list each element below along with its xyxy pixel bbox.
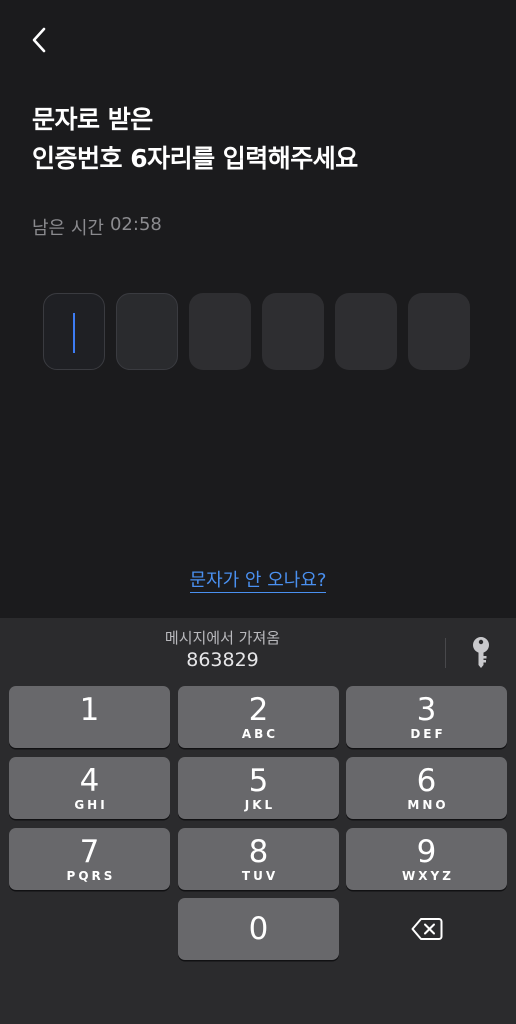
no-sms-help-link[interactable]: 문자가 안 오나요? bbox=[0, 566, 516, 593]
key-letters: DEF bbox=[410, 727, 446, 741]
autofill-suggestion[interactable]: 메시지에서 가져옴 863829 bbox=[0, 618, 445, 682]
timer-value: 02:58 bbox=[109, 214, 162, 235]
key-0[interactable]: 0 bbox=[178, 898, 339, 960]
otp-digit-1[interactable] bbox=[43, 293, 105, 370]
chevron-left-icon bbox=[32, 27, 46, 53]
timer-label: 남은 시간 bbox=[32, 218, 104, 239]
suggestion-source-label: 메시지에서 가져옴 bbox=[164, 629, 281, 647]
key-digit: 7 bbox=[79, 834, 100, 870]
passwords-key-button[interactable] bbox=[462, 632, 500, 672]
key-digit: 4 bbox=[79, 763, 100, 799]
remaining-time: 남은 시간 02:58 bbox=[32, 214, 162, 240]
key-8[interactable]: 8 TUV bbox=[178, 828, 339, 890]
otp-digit-4[interactable] bbox=[262, 293, 324, 370]
text-caret bbox=[73, 313, 75, 353]
delete-button[interactable] bbox=[346, 898, 507, 960]
otp-digit-6[interactable] bbox=[408, 293, 470, 370]
backspace-icon bbox=[411, 918, 442, 940]
key-3[interactable]: 3 DEF bbox=[346, 686, 507, 748]
key-icon bbox=[473, 637, 489, 668]
title-line-2: 인증번호 6자리를 입력해주세요 bbox=[32, 144, 358, 173]
otp-verification-screen: 문자로 받은 인증번호 6자리를 입력해주세요 남은 시간 02:58 문자가 … bbox=[0, 0, 516, 1024]
key-5[interactable]: 5 JKL bbox=[178, 757, 339, 819]
key-4[interactable]: 4 GHI bbox=[9, 757, 170, 819]
otp-digit-3[interactable] bbox=[189, 293, 251, 370]
page-title: 문자로 받은 인증번호 6자리를 입력해주세요 bbox=[32, 100, 492, 178]
key-letters: TUV bbox=[241, 869, 279, 883]
help-link-label[interactable]: 문자가 안 오나요? bbox=[189, 570, 327, 593]
key-digit: 2 bbox=[248, 692, 269, 728]
key-letters: MNO bbox=[407, 798, 449, 812]
suggestion-code: 863829 bbox=[186, 649, 259, 671]
key-digit: 3 bbox=[416, 692, 437, 728]
key-letters: WXYZ bbox=[402, 869, 454, 883]
key-9[interactable]: 9 WXYZ bbox=[346, 828, 507, 890]
key-digit: 1 bbox=[79, 692, 100, 728]
key-6[interactable]: 6 MNO bbox=[346, 757, 507, 819]
key-2[interactable]: 2 ABC bbox=[178, 686, 339, 748]
key-digit: 0 bbox=[248, 911, 269, 947]
key-letters: ABC bbox=[241, 727, 279, 741]
key-digit: 8 bbox=[248, 834, 269, 870]
title-line-1: 문자로 받은 bbox=[32, 105, 153, 134]
back-button[interactable] bbox=[24, 24, 54, 56]
key-digit: 9 bbox=[416, 834, 437, 870]
suggestion-divider bbox=[445, 638, 446, 668]
key-letters: PQRS bbox=[66, 869, 116, 883]
key-letters: JKL bbox=[244, 798, 276, 812]
otp-digit-5[interactable] bbox=[335, 293, 397, 370]
key-7[interactable]: 7 PQRS bbox=[9, 828, 170, 890]
numeric-keyboard: 메시지에서 가져옴 863829 1 2 ABC 3 DEF 4 GHI 5 J… bbox=[0, 618, 516, 1024]
key-letters: GHI bbox=[74, 798, 108, 812]
key-digit: 5 bbox=[248, 763, 269, 799]
key-1[interactable]: 1 bbox=[9, 686, 170, 748]
otp-digit-2[interactable] bbox=[116, 293, 178, 370]
key-digit: 6 bbox=[416, 763, 437, 799]
otp-input-group[interactable] bbox=[43, 293, 470, 370]
